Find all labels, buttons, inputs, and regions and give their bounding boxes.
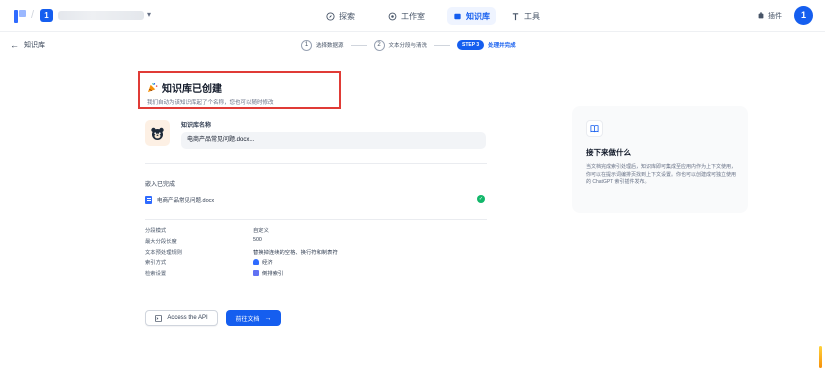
property-value-with-icon: 经济 xyxy=(253,258,273,266)
property-row: 检索设置 倒排索引 xyxy=(145,269,445,280)
step-3-label: 处理并完成 xyxy=(488,43,516,49)
workspace-badge[interactable]: 1 xyxy=(40,9,53,22)
celebration-icon xyxy=(147,83,158,93)
embedding-title: 嵌入已完成 xyxy=(145,182,176,188)
created-title-row: 知识库已创建 xyxy=(147,80,339,95)
kb-name-input[interactable]: 电商产品常见问题.docx... xyxy=(181,132,486,149)
workspace-name-blurred[interactable] xyxy=(58,11,144,20)
property-value: 倒排索引 xyxy=(262,271,284,278)
step-2-number: 2 xyxy=(373,39,385,51)
next-steps-text: 当文档完成索引处理后，知识库即可集成至应用内作为上下文使用，你可以在提示词编排页… xyxy=(586,164,737,185)
property-value: 自定义 xyxy=(253,228,269,234)
plugin-icon xyxy=(758,12,764,19)
app-logo[interactable] xyxy=(14,10,26,23)
terminal-icon xyxy=(155,314,163,322)
access-api-label: Access the API xyxy=(167,315,208,321)
property-row: 最大分段长度 500 xyxy=(145,237,445,248)
property-value: 替换掉连续的空格、换行符和制表符 xyxy=(253,249,338,256)
step-indicator: 1 选择数据源 2 文本分段与清洗 STEP 3 处理并完成 xyxy=(301,39,516,51)
document-icon xyxy=(145,195,152,204)
plugin-label: 插件 xyxy=(768,13,782,20)
breadcrumb-separator: / xyxy=(31,9,35,21)
plugin-button[interactable]: 插件 xyxy=(757,11,782,21)
embedded-file-name: 电商产品常见问题.docx xyxy=(157,197,215,204)
nav-tools-label: 工具 xyxy=(524,11,540,21)
property-value: 500 xyxy=(253,236,262,243)
knowledge-icon xyxy=(454,13,461,19)
top-navigation-bar: / 1 ▾ 探索 工作室 知识库 工具 插件 1 xyxy=(0,0,825,32)
property-value: 经济 xyxy=(262,260,273,267)
property-row: 分段模式 自定义 xyxy=(145,226,445,237)
access-api-button[interactable]: Access the API xyxy=(145,310,218,326)
created-title: 知识库已创建 xyxy=(162,84,222,95)
back-label: 知识库 xyxy=(24,42,45,49)
divider xyxy=(145,219,487,220)
compass-icon xyxy=(326,11,335,21)
step-2-label: 文本分段与清洗 xyxy=(388,43,428,49)
go-to-documents-label: 前往文档 xyxy=(235,316,260,323)
divider xyxy=(145,163,487,164)
step-separator xyxy=(434,44,451,46)
nav-tools[interactable]: 工具 xyxy=(505,7,546,25)
back-to-knowledge[interactable]: ← 知识库 xyxy=(10,40,45,50)
property-key: 检索设置 xyxy=(145,271,167,278)
property-row: 文本预处理规则 替换掉连续的空格、换行符和制表符 xyxy=(145,248,445,259)
created-notice: 知识库已创建 我们自动为该知识库起了个名称，您也可以随时修改 xyxy=(138,71,341,109)
property-key: 索引方式 xyxy=(145,260,167,267)
property-key: 分段模式 xyxy=(145,228,167,234)
property-key: 最大分段长度 xyxy=(145,238,177,245)
embedded-file-row[interactable]: 电商产品常见问题.docx ✓ xyxy=(145,194,487,205)
chevron-down-icon[interactable]: ▾ xyxy=(147,10,151,19)
step-separator xyxy=(350,44,367,46)
arrow-right-icon: → xyxy=(264,314,272,322)
knowledge-base-icon[interactable] xyxy=(145,120,170,146)
next-steps-title: 接下来做什么 xyxy=(586,148,631,157)
book-icon xyxy=(586,120,603,137)
created-subtitle: 我们自动为该知识库起了个名称，您也可以随时修改 xyxy=(147,100,274,106)
nav-knowledge-label: 知识库 xyxy=(466,11,490,21)
property-value-with-icon: 倒排索引 xyxy=(253,269,283,277)
check-circle-icon: ✓ xyxy=(477,195,485,203)
step-3-badge: STEP 3 xyxy=(457,40,485,50)
nav-studio-label: 工作室 xyxy=(401,11,425,21)
processing-properties: 分段模式 自定义 最大分段长度 500 文本预处理规则 替换掉连续的空格、换行符… xyxy=(145,226,445,280)
user-avatar[interactable]: 1 xyxy=(794,6,813,25)
studio-icon xyxy=(388,12,397,20)
nav-explore[interactable]: 探索 xyxy=(320,7,361,25)
property-key: 文本预处理规则 xyxy=(145,249,183,256)
scroll-indicator[interactable] xyxy=(819,346,822,368)
property-row: 索引方式 经济 xyxy=(145,258,445,269)
kb-name-label: 知识库名称 xyxy=(181,123,212,129)
nav-explore-label: 探索 xyxy=(339,11,355,21)
nav-studio[interactable]: 工作室 xyxy=(382,7,431,25)
bear-face-icon xyxy=(151,127,164,140)
step-1-number: 1 xyxy=(301,39,312,51)
go-to-documents-button[interactable]: 前往文档 → xyxy=(226,310,281,326)
next-steps-card: 接下来做什么 当文档完成索引处理后，知识库即可集成至应用内作为上下文使用，你可以… xyxy=(572,106,748,213)
inverted-index-icon xyxy=(253,270,259,277)
nav-knowledge[interactable]: 知识库 xyxy=(447,7,496,25)
tools-icon xyxy=(512,12,519,20)
arrow-left-icon: ← xyxy=(10,40,19,50)
step-1-label: 选择数据源 xyxy=(316,43,344,49)
economy-icon xyxy=(253,259,259,266)
